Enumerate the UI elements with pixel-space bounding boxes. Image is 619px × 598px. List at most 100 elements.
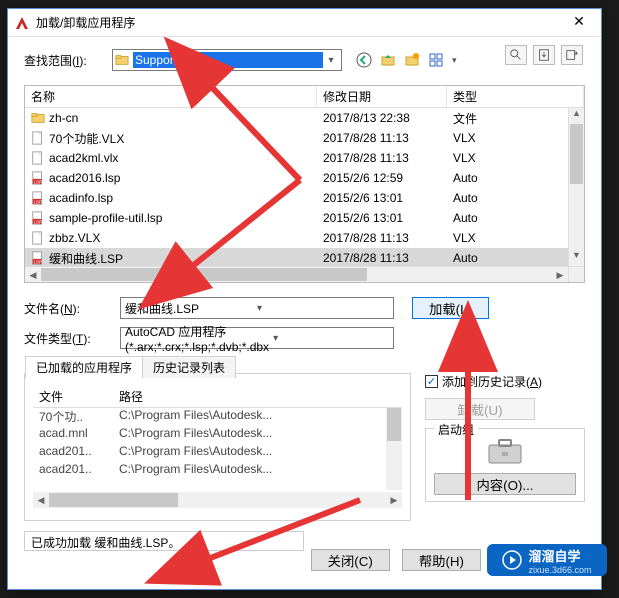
briefcase-icon[interactable]: [485, 437, 525, 467]
lsp-icon: LSP: [31, 171, 45, 185]
scroll-up-icon[interactable]: ▲: [569, 108, 584, 124]
scroll-thumb[interactable]: [387, 408, 401, 441]
add-history-checkbox[interactable]: ✓ 添加到历史记录(A): [425, 373, 585, 390]
filetype-label: 文件类型(T):: [24, 330, 120, 347]
col-type-header[interactable]: 类型: [447, 86, 584, 107]
file-name: zbbz.VLX: [49, 231, 100, 245]
filename-label: 文件名(N):: [24, 300, 120, 317]
toolbar-right: [505, 45, 583, 65]
col-date-header[interactable]: 修改日期: [317, 86, 447, 107]
file-type: Auto: [447, 251, 568, 265]
file-name: acad2016.lsp: [49, 171, 120, 185]
file-row[interactable]: LSPacadinfo.lsp2015/2/6 13:01Auto: [25, 188, 568, 208]
add-history-label: 添加到历史记录(A): [442, 373, 542, 390]
lookin-row: 查找范围(I): ▾ ▾: [24, 49, 585, 71]
vertical-scrollbar[interactable]: ▲ ▼: [568, 108, 584, 266]
export-tool-icon[interactable]: [561, 45, 583, 65]
svg-text:LSP: LSP: [34, 199, 42, 204]
loaded-apps-group: 已加载的应用程序 历史记录列表 文件 路径 70个功..C:\Program F…: [24, 373, 411, 521]
loaded-file: acad201..: [33, 444, 113, 462]
loaded-body[interactable]: 70个功..C:\Program Files\Autodesk...acad.m…: [33, 408, 402, 490]
loaded-row[interactable]: acad201..C:\Program Files\Autodesk...: [33, 444, 402, 462]
lower-area: 已加载的应用程序 历史记录列表 文件 路径 70个功..C:\Program F…: [24, 373, 585, 521]
lookin-combo[interactable]: ▾: [112, 49, 342, 71]
nav-icons: ▾: [356, 52, 457, 68]
chevron-down-icon[interactable]: ▾: [323, 55, 339, 66]
loaded-row[interactable]: acad201..C:\Program Files\Autodesk...: [33, 462, 402, 480]
horizontal-scrollbar[interactable]: ◀ ▶: [25, 266, 568, 282]
tab-loaded[interactable]: 已加载的应用程序: [25, 356, 143, 378]
loaded-col-file[interactable]: 文件: [33, 386, 113, 407]
file-date: 2015/2/6 13:01: [317, 211, 447, 225]
scroll-left-icon[interactable]: ◀: [33, 492, 49, 508]
up-folder-icon[interactable]: [380, 52, 396, 68]
help-button[interactable]: 帮助(H): [402, 549, 481, 571]
chevron-down-icon[interactable]: ▾: [253, 303, 389, 314]
file-date: 2017/8/28 11:13: [317, 151, 447, 165]
filetype-select[interactable]: AutoCAD 应用程序(*.arx;*.crx;*.lsp;*.dvb;*.d…: [120, 327, 394, 349]
right-column: ✓ 添加到历史记录(A) 卸载(U) 启动组 内容(O)...: [425, 373, 585, 521]
file-type: VLX: [447, 231, 568, 245]
file-list-body[interactable]: zh-cn2017/8/13 22:38文件70个功能.VLX2017/8/28…: [25, 108, 568, 266]
col-name-header[interactable]: 名称: [25, 86, 317, 107]
back-icon[interactable]: [356, 52, 372, 68]
lsp-icon: LSP: [31, 191, 45, 205]
file-list: 名称 修改日期 类型 zh-cn2017/8/13 22:38文件70个功能.V…: [24, 85, 585, 283]
file-row[interactable]: 70个功能.VLX2017/8/28 11:13VLX: [25, 128, 568, 148]
new-folder-icon[interactable]: [404, 52, 420, 68]
scroll-corner: [568, 266, 584, 282]
file-name: zh-cn: [49, 111, 78, 125]
file-row[interactable]: zh-cn2017/8/13 22:38文件: [25, 108, 568, 128]
folder-icon: [115, 53, 129, 67]
scroll-right-icon[interactable]: ▶: [552, 267, 568, 282]
svg-text:LSP: LSP: [34, 219, 42, 224]
hscroll-thumb[interactable]: [41, 268, 367, 281]
scroll-down-icon[interactable]: ▼: [569, 250, 584, 266]
chevron-down-icon[interactable]: ▾: [269, 333, 389, 344]
views-dropdown-icon[interactable]: ▾: [452, 55, 457, 66]
download-tool-icon[interactable]: [533, 45, 555, 65]
loaded-col-path[interactable]: 路径: [113, 386, 402, 407]
close-icon[interactable]: ✕: [557, 9, 601, 37]
folder-icon: [31, 111, 45, 125]
titlebar[interactable]: 加载/卸载应用程序 ✕: [8, 9, 601, 37]
file-row[interactable]: LSP sample-profile-util.lsp 2015/2/6 13:01…: [25, 208, 568, 228]
hscroll-thumb[interactable]: [49, 493, 178, 507]
lookin-input[interactable]: [133, 52, 323, 68]
window-title: 加载/卸载应用程序: [36, 14, 557, 31]
filename-select[interactable]: 缓和曲线.LSP ▾: [120, 297, 394, 319]
file-row[interactable]: acad2kml.vlx2017/8/28 11:13VLX: [25, 148, 568, 168]
search-tool-icon[interactable]: [505, 45, 527, 65]
file-type: Auto: [447, 191, 568, 205]
file-row[interactable]: zbbz.VLX2017/8/28 11:13VLX: [25, 228, 568, 248]
loaded-vscroll[interactable]: [386, 408, 402, 490]
loaded-row[interactable]: acad.mnlC:\Program Files\Autodesk...: [33, 426, 402, 444]
file-row[interactable]: LSPacad2016.lsp2015/2/6 12:59Auto: [25, 168, 568, 188]
scroll-left-icon[interactable]: ◀: [25, 267, 41, 282]
file-list-header: 名称 修改日期 类型: [25, 86, 584, 108]
filename-row: 文件名(N): 缓和曲线.LSP ▾ 加载(L): [24, 297, 585, 319]
loaded-hscroll[interactable]: ◀ ▶: [33, 492, 402, 508]
load-button[interactable]: 加载(L): [412, 297, 489, 319]
autocad-icon: [14, 15, 30, 31]
file-row[interactable]: LSP缓和曲线.LSP2017/8/28 11:13Auto: [25, 248, 568, 266]
file-type: Auto: [447, 171, 568, 185]
file-name: sample-profile-util.lsp: [49, 211, 162, 225]
svg-text:LSP: LSP: [34, 259, 42, 264]
scroll-right-icon[interactable]: ▶: [386, 492, 402, 508]
loaded-path: C:\Program Files\Autodesk...: [113, 462, 402, 480]
file-date: 2017/8/28 11:13: [317, 131, 447, 145]
bottom-buttons: 关闭(C) 帮助(H): [311, 549, 481, 571]
scroll-thumb[interactable]: [570, 124, 583, 184]
unload-button[interactable]: 卸载(U): [425, 398, 535, 420]
loaded-row[interactable]: 70个功..C:\Program Files\Autodesk...: [33, 408, 402, 426]
startup-group-title: 启动组: [434, 421, 478, 438]
views-icon[interactable]: [428, 52, 444, 68]
file-type: 文件: [447, 110, 568, 127]
tab-history[interactable]: 历史记录列表: [142, 356, 236, 378]
tabs: 已加载的应用程序 历史记录列表: [25, 356, 235, 378]
vlx-icon: [31, 231, 45, 245]
svg-text:LSP: LSP: [34, 179, 42, 184]
close-button[interactable]: 关闭(C): [311, 549, 390, 571]
contents-button[interactable]: 内容(O)...: [434, 473, 576, 495]
